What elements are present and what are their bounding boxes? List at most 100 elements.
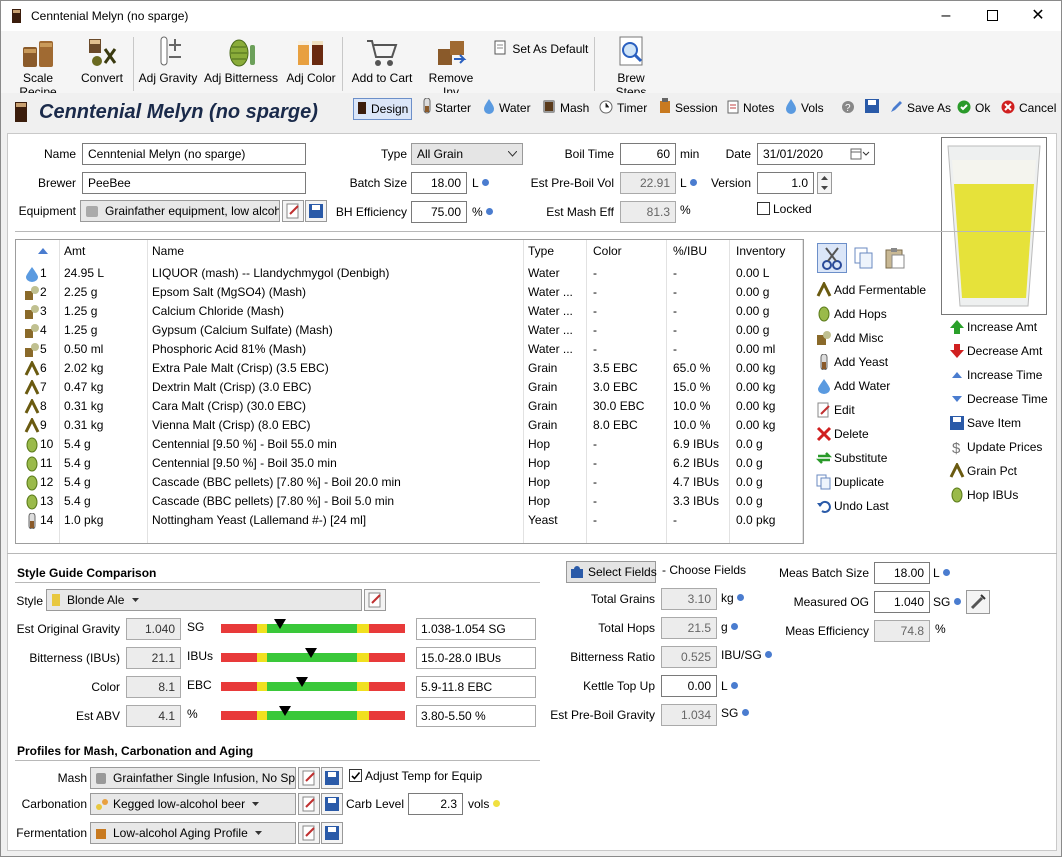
- adj-gravity-button[interactable]: Adj Gravity: [137, 35, 199, 85]
- tab-timer[interactable]: Timer: [596, 98, 650, 120]
- version-input[interactable]: 1.0: [757, 172, 814, 194]
- adj-color-button[interactable]: Adj Color: [283, 35, 339, 85]
- table-row[interactable]: 14 1.0 pkg Nottingham Yeast (Lallemand #-)…: [16, 511, 803, 530]
- version-spinner[interactable]: [817, 172, 832, 194]
- type-select[interactable]: All Grain: [411, 143, 523, 165]
- remove-inv-button[interactable]: Remove Inv: [419, 35, 483, 99]
- tab-water[interactable]: Water: [480, 98, 534, 120]
- measured-og-input[interactable]: 1.040: [874, 591, 930, 613]
- convert-label: Convert: [80, 71, 124, 85]
- col-header-name[interactable]: Name: [152, 244, 184, 258]
- tab-starter[interactable]: Starter: [420, 98, 474, 120]
- tab-notes[interactable]: Notes: [724, 98, 777, 120]
- cancel-button[interactable]: Cancel: [998, 98, 1059, 120]
- carbonation-label: Carbonation: [21, 797, 87, 811]
- table-row[interactable]: 12 5.4 g Cascade (BBC pellets) [7.80 %] - …: [16, 473, 803, 492]
- date-input[interactable]: 31/01/2020: [757, 143, 875, 165]
- tab-vols[interactable]: Vols: [782, 98, 827, 120]
- maximize-button[interactable]: [969, 1, 1015, 31]
- table-row[interactable]: 11 5.4 g Centennial [9.50 %] - Boil 35.0 m…: [16, 454, 803, 473]
- increase-amt-label: Increase Amt: [967, 320, 1038, 334]
- convert-button[interactable]: Convert: [79, 35, 125, 85]
- tab-session[interactable]: Session: [656, 98, 721, 120]
- save-carbonation-button[interactable]: [321, 793, 343, 815]
- mash-profile-select[interactable]: Grainfather Single Infusion, No Spa: [90, 767, 296, 789]
- table-row[interactable]: 10 5.4 g Centennial [9.50 %] - Boil 55.0 m…: [16, 435, 803, 454]
- boil-time-input[interactable]: 60: [620, 143, 676, 165]
- table-row[interactable]: 5 0.50 ml Phosphoric Acid 81% (Mash) Water …: [16, 340, 803, 359]
- table-row[interactable]: 4 1.25 g Gypsum (Calcium Sulfate) (Mash) Wa…: [16, 321, 803, 340]
- save-fermentation-button[interactable]: [321, 822, 343, 844]
- save-item-label: Save Item: [967, 416, 1022, 430]
- clock-icon: [599, 100, 613, 114]
- carb-level-input[interactable]: 2.3: [408, 793, 463, 815]
- col-header-inventory[interactable]: Inventory: [736, 244, 785, 258]
- row-color: -: [593, 513, 597, 527]
- save-as-button[interactable]: Save As: [886, 98, 954, 120]
- edit-fermentation-button[interactable]: [298, 822, 320, 844]
- info-dot-icon: [481, 179, 489, 186]
- batch-size-input[interactable]: 18.00: [411, 172, 467, 194]
- table-row[interactable]: 7 0.47 kg Dextrin Malt (Crisp) (3.0 EBC) Gr…: [16, 378, 803, 397]
- style-og-range: 1.038-1.054 SG: [416, 618, 536, 640]
- table-row[interactable]: 3 1.25 g Calcium Chloride (Mash) Water ... -…: [16, 302, 803, 321]
- bh-efficiency-input[interactable]: 75.00: [411, 201, 467, 223]
- style-select[interactable]: Blonde Ale: [46, 589, 362, 611]
- adj-bitterness-button[interactable]: Adj Bitterness: [203, 35, 279, 85]
- total-hops-unit-text: g: [721, 620, 728, 634]
- inventory-boxes-icon: [438, 41, 467, 65]
- edit-equipment-button[interactable]: [282, 200, 304, 222]
- row-inventory: 0.0 g: [736, 475, 763, 489]
- grain-icon: [24, 380, 40, 395]
- table-row[interactable]: 2 2.25 g Epsom Salt (MgSO4) (Mash) Water ..…: [16, 283, 803, 302]
- table-row[interactable]: 6 2.02 kg Extra Pale Malt (Crisp) (3.5 EBC…: [16, 359, 803, 378]
- add-to-cart-button[interactable]: Add to Cart: [347, 35, 417, 85]
- table-row[interactable]: 8 0.31 kg Cara Malt (Crisp) (30.0 EBC) Grai…: [16, 397, 803, 416]
- adjust-temp-checkbox[interactable]: [349, 769, 362, 782]
- paste-button[interactable]: [882, 245, 908, 271]
- meas-batch-input[interactable]: 18.00: [874, 562, 930, 584]
- kettle-top-up-input[interactable]: 0.00: [661, 675, 717, 697]
- minimize-button[interactable]: –: [923, 1, 969, 31]
- tab-design[interactable]: Design: [353, 98, 413, 120]
- table-row[interactable]: 13 5.4 g Cascade (BBC pellets) [7.80 %] - …: [16, 492, 803, 511]
- sort-ascending-icon[interactable]: [38, 247, 48, 254]
- row-inventory: 0.00 kg: [736, 418, 776, 432]
- svg-text:$: $: [952, 440, 961, 455]
- edit-carbonation-button[interactable]: [298, 793, 320, 815]
- save-mash-button[interactable]: [321, 767, 343, 789]
- brew-steps-button[interactable]: Brew Steps: [601, 35, 661, 99]
- type-label: Type: [380, 147, 407, 161]
- name-input[interactable]: Cenntenial Melyn (no sparge): [82, 143, 306, 165]
- copy-button[interactable]: [851, 245, 877, 271]
- fermentation-select[interactable]: Low-alcohol Aging Profile: [90, 822, 296, 844]
- water-drop-icon: [818, 379, 830, 394]
- tab-mash[interactable]: Mash: [539, 98, 592, 120]
- locked-checkbox[interactable]: [757, 202, 770, 215]
- col-header-type[interactable]: Type: [528, 244, 554, 258]
- equipment-select[interactable]: Grainfather equipment, low alcoh: [80, 200, 280, 222]
- ok-button[interactable]: Ok: [954, 98, 993, 120]
- table-row[interactable]: 1 24.95 L LIQUOR (mash) -- Llandychmygol (…: [16, 264, 803, 283]
- scale-recipe-button[interactable]: Scale Recipe: [7, 35, 69, 99]
- hydrometer-tool-button[interactable]: [966, 590, 990, 614]
- col-header-color[interactable]: Color: [593, 244, 622, 258]
- save-button[interactable]: [861, 98, 887, 120]
- table-row[interactable]: 9 0.31 kg Vienna Malt (Crisp) (8.0 EBC) Gra…: [16, 416, 803, 435]
- brewer-input[interactable]: PeeBee: [82, 172, 306, 194]
- select-fields-button[interactable]: Select Fields: [566, 561, 657, 583]
- puzzle-icon: [571, 566, 583, 578]
- meas-batch-label: Meas Batch Size: [778, 566, 869, 580]
- edit-style-button[interactable]: [364, 589, 386, 611]
- col-header-pct-ibu[interactable]: %/IBU: [673, 244, 707, 258]
- row-amount: 24.95 L: [64, 266, 105, 280]
- help-button[interactable]: ?: [838, 98, 862, 120]
- bitterness-ratio-label: Bitterness Ratio: [570, 650, 655, 664]
- cut-button[interactable]: [817, 243, 847, 273]
- set-as-default-button[interactable]: Set As Default: [493, 40, 588, 56]
- carbonation-select[interactable]: Kegged low-alcohol beer: [90, 793, 296, 815]
- edit-mash-button[interactable]: [298, 767, 320, 789]
- range-edge-bar: [257, 682, 267, 691]
- col-header-amt[interactable]: Amt: [64, 244, 85, 258]
- close-button[interactable]: ✕: [1015, 1, 1061, 31]
